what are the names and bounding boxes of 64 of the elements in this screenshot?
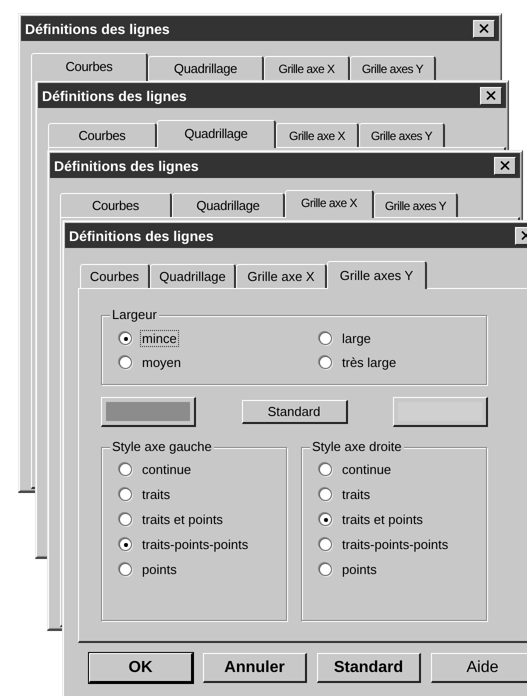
close-button[interactable] (480, 86, 502, 104)
tab[interactable]: Grille axe X (276, 123, 359, 147)
tab[interactable]: Grille axes Y (374, 193, 458, 217)
close-icon (500, 161, 510, 170)
window-title: Définitions des lignes (69, 228, 214, 244)
radio-button[interactable] (319, 563, 332, 576)
group-label: Style axe droite (310, 439, 404, 454)
radio-button[interactable] (119, 488, 132, 501)
radio-label[interactable]: continue (140, 461, 194, 478)
tab[interactable]: Quadrillage (148, 56, 264, 80)
radio-button[interactable] (319, 463, 332, 476)
dialog-button[interactable]: OK (89, 653, 193, 683)
tab[interactable]: Grille axes Y (350, 56, 436, 80)
radio-label[interactable]: traits et points (340, 511, 425, 528)
close-icon (486, 91, 496, 100)
radio-label[interactable]: traits et points (140, 511, 225, 528)
radio-label[interactable]: points (340, 561, 379, 578)
tab[interactable]: Grille axe X (236, 264, 327, 288)
window-title: Définitions des lignes (25, 20, 170, 36)
radio-button[interactable] (319, 332, 332, 345)
tab[interactable]: Courbes (60, 193, 172, 217)
radio-button[interactable] (119, 332, 132, 345)
window-title: Définitions des lignes (54, 158, 199, 174)
radio-button[interactable] (119, 356, 132, 369)
tab[interactable]: Quadrillage (172, 193, 285, 217)
radio-button[interactable] (319, 538, 332, 551)
radio-button[interactable] (119, 513, 132, 526)
color-button[interactable] (393, 397, 488, 427)
radio-label[interactable]: traits-points-points (340, 536, 450, 553)
radio-label[interactable]: continue (340, 461, 394, 478)
radio-label[interactable]: traits-points-points (140, 536, 250, 553)
tab[interactable]: Courbes (48, 123, 157, 147)
tab[interactable]: Grille axes Y (327, 261, 427, 289)
radio-button[interactable] (119, 463, 132, 476)
radio-button[interactable] (119, 538, 132, 551)
group-label: Largeur (110, 307, 159, 322)
radio-label[interactable]: points (140, 561, 179, 578)
radio-label[interactable]: mince (140, 330, 179, 347)
dialog-button[interactable]: Aide (431, 653, 527, 683)
group-label: Style axe gauche (110, 439, 214, 454)
close-button[interactable] (494, 156, 516, 174)
radio-button[interactable] (119, 563, 132, 576)
dialog-button[interactable]: Annuler (203, 653, 307, 683)
radio-label[interactable]: traits (340, 486, 372, 503)
standard-button[interactable]: Standard (242, 400, 348, 424)
tab[interactable]: Grille axes Y (359, 123, 445, 147)
tab[interactable]: Grille axe X (264, 56, 350, 80)
radio-button[interactable] (319, 488, 332, 501)
dialog-button[interactable]: Standard (317, 653, 421, 683)
radio-button[interactable] (319, 513, 332, 526)
tab[interactable]: Courbes (31, 53, 148, 81)
radio-label[interactable]: très large (340, 354, 398, 371)
tab[interactable]: Quadrillage (150, 264, 236, 288)
window-title: Définitions des lignes (42, 88, 187, 104)
radio-label[interactable]: moyen (140, 354, 184, 371)
close-button[interactable] (473, 20, 495, 38)
radio-button[interactable] (319, 356, 332, 369)
close-icon (479, 24, 489, 33)
radio-label[interactable]: large (340, 330, 373, 347)
radio-label[interactable]: traits (140, 486, 172, 503)
color-button[interactable] (101, 397, 196, 427)
tab[interactable]: Courbes (80, 264, 150, 288)
tab[interactable]: Quadrillage (157, 120, 276, 148)
tab[interactable]: Grille axe X (285, 190, 374, 218)
